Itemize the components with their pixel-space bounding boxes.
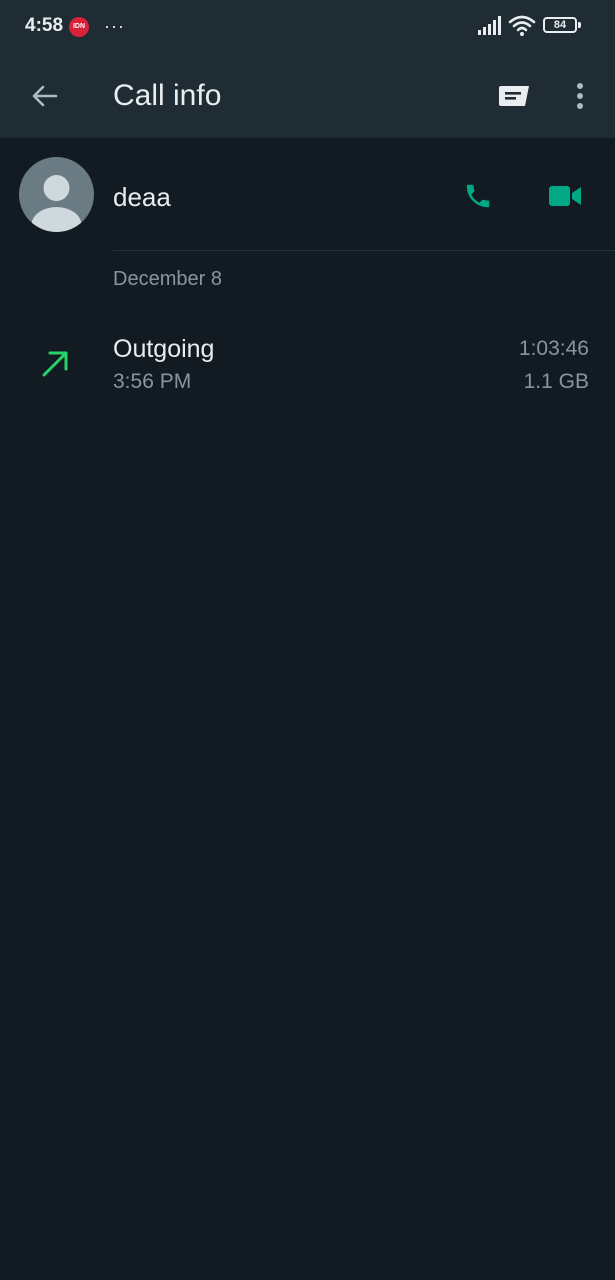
video-call-button[interactable]	[543, 176, 587, 216]
avatar[interactable]	[19, 157, 94, 232]
call-log-item: Outgoing 3:56 PM 1:03:46 1.1 GB	[0, 325, 615, 405]
app-bar: Call info	[0, 56, 615, 138]
default-avatar-icon	[31, 175, 82, 232]
outgoing-call-arrow-icon	[42, 351, 68, 377]
page-title: Call info	[113, 79, 222, 112]
status-bar: 4:58 IDN ··· 84	[0, 0, 615, 56]
call-info-screen: 4:58 IDN ··· 84 Call info deaa December …	[0, 0, 615, 1280]
call-time: 3:56 PM	[113, 370, 192, 393]
more-options-button[interactable]	[562, 76, 598, 116]
call-direction-label: Outgoing	[113, 335, 215, 363]
chat-message-icon	[499, 86, 529, 106]
divider	[113, 250, 615, 251]
signal-icon	[478, 16, 501, 35]
voice-call-button[interactable]	[456, 176, 500, 216]
call-data-usage: 1.1 GB	[523, 370, 589, 393]
more-vertical-icon	[577, 83, 583, 109]
wifi-icon	[508, 15, 536, 36]
notification-badge-icon: IDN	[69, 17, 89, 37]
back-button[interactable]	[22, 76, 66, 116]
contact-row[interactable]: deaa	[0, 138, 615, 250]
phone-icon	[466, 184, 490, 208]
message-button[interactable]	[492, 78, 536, 114]
video-camera-icon	[549, 186, 581, 206]
battery-tip	[578, 22, 581, 28]
contact-name: deaa	[113, 182, 171, 212]
more-notifications-icon: ···	[104, 16, 125, 36]
arrow-left-icon	[32, 85, 58, 107]
call-date-header: December 8	[113, 268, 222, 290]
battery-icon: 84	[543, 17, 577, 33]
call-duration: 1:03:46	[518, 337, 589, 360]
status-time: 4:58	[25, 15, 64, 36]
